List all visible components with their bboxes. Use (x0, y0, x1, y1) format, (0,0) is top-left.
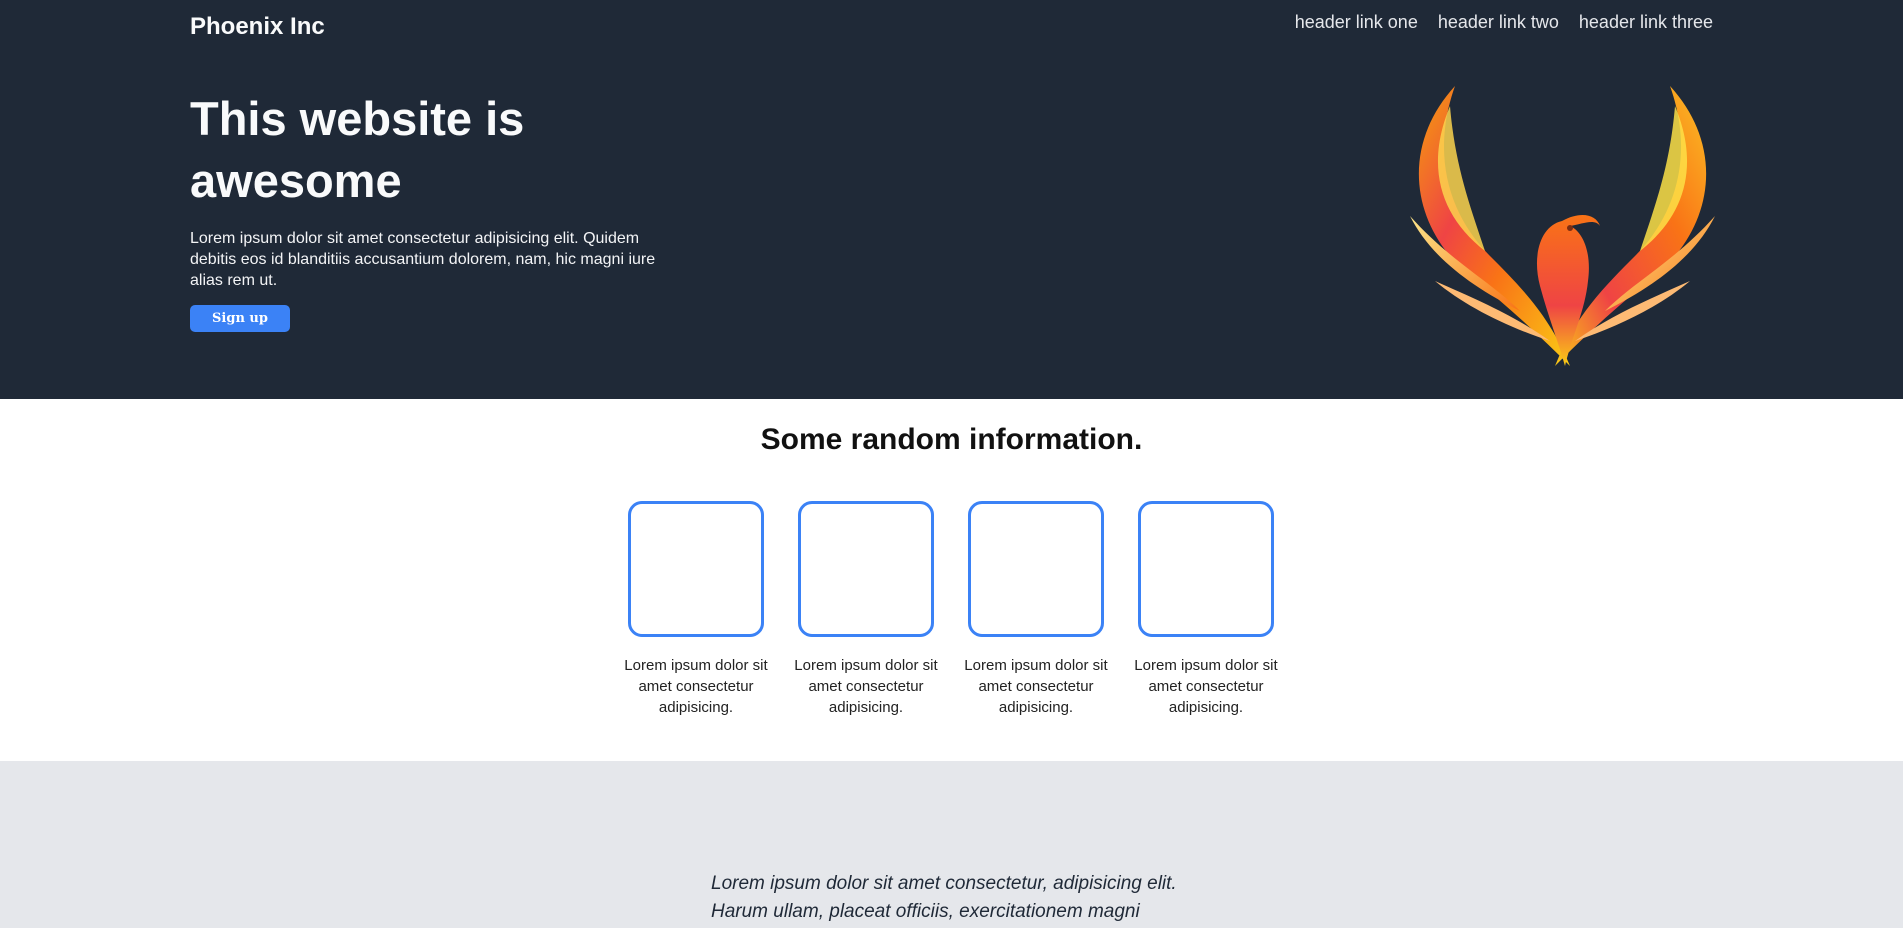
info-section: Some random information. Lorem ipsum dol… (0, 399, 1903, 761)
header-nav: header link one header link two header l… (1295, 12, 1713, 33)
card-text: Lorem ipsum dolor sit amet consectetur a… (1134, 657, 1278, 716)
info-card: Lorem ipsum dolor sit amet consectetur a… (624, 501, 768, 718)
brand-name[interactable]: Phoenix Inc (190, 13, 325, 41)
card-text: Lorem ipsum dolor sit amet consectetur a… (964, 657, 1108, 716)
nav-link-three[interactable]: header link three (1579, 12, 1713, 33)
quote-section: Lorem ipsum dolor sit amet consectetur, … (0, 761, 1903, 928)
card-image-placeholder (798, 501, 934, 637)
info-card: Lorem ipsum dolor sit amet consectetur a… (794, 501, 938, 718)
card-text: Lorem ipsum dolor sit amet consectetur a… (624, 657, 768, 716)
card-image-placeholder (968, 501, 1104, 637)
quote-text: Lorem ipsum dolor sit amet consectetur, … (711, 873, 1177, 922)
hero-description: Lorem ipsum dolor sit amet consectetur a… (190, 230, 656, 289)
card-image-placeholder (628, 501, 764, 637)
card-image-placeholder (1138, 501, 1274, 637)
hero-title: This website is awesome (190, 92, 525, 207)
info-card: Lorem ipsum dolor sit amet consectetur a… (1134, 501, 1278, 718)
signup-button[interactable]: Sign up (190, 305, 290, 332)
phoenix-logo-icon (1410, 86, 1715, 366)
nav-link-one[interactable]: header link one (1295, 12, 1418, 33)
hero-header: Phoenix Inc header link one header link … (0, 0, 1903, 399)
hero-content: This website is awesome Lorem ipsum dolo… (190, 88, 670, 332)
card-text: Lorem ipsum dolor sit amet consectetur a… (794, 657, 938, 716)
nav-link-two[interactable]: header link two (1438, 12, 1559, 33)
info-title: Some random information. (760, 423, 1143, 456)
info-card: Lorem ipsum dolor sit amet consectetur a… (964, 501, 1108, 718)
info-cards: Lorem ipsum dolor sit amet consectetur a… (624, 501, 1278, 718)
